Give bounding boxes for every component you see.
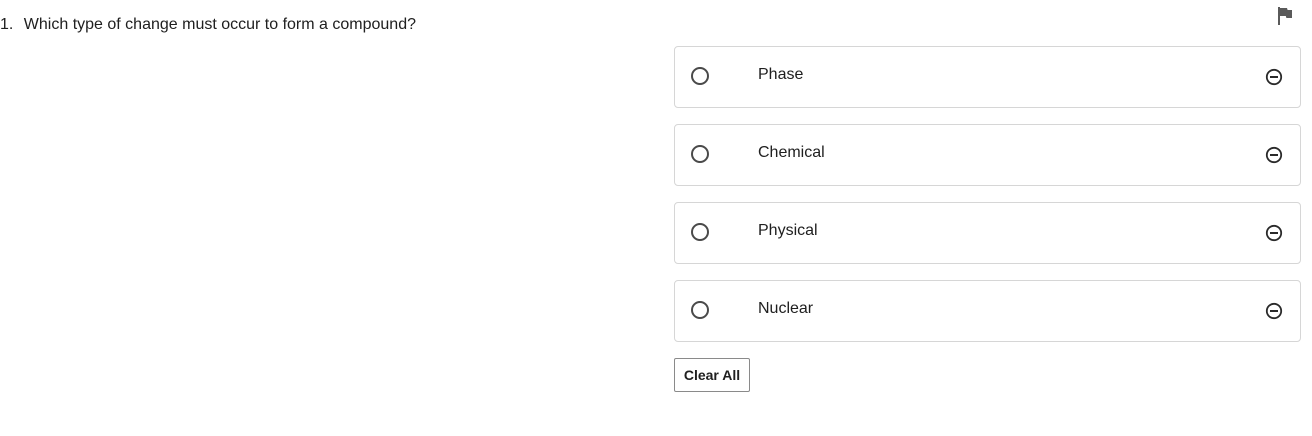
choice-chemical[interactable]: Chemical xyxy=(674,124,1301,186)
eliminate-choice-icon[interactable] xyxy=(1265,68,1283,86)
question-text: Which type of change must occur to form … xyxy=(23,16,416,33)
choice-label: Chemical xyxy=(758,144,825,161)
question-number: 1. xyxy=(0,16,14,33)
radio-button[interactable] xyxy=(691,223,709,241)
flag-icon[interactable] xyxy=(1276,6,1294,26)
question-stem: 1. Which type of change must occur to fo… xyxy=(0,15,416,35)
radio-button[interactable] xyxy=(691,145,709,163)
eliminate-choice-icon[interactable] xyxy=(1265,146,1283,164)
choice-nuclear[interactable]: Nuclear xyxy=(674,280,1301,342)
radio-button[interactable] xyxy=(691,301,709,319)
choice-label: Phase xyxy=(758,66,804,83)
choice-label: Nuclear xyxy=(758,300,814,317)
choice-phase[interactable]: Phase xyxy=(674,46,1301,108)
answer-choices: Phase Chemical Physical Nuclear xyxy=(674,46,1301,358)
question-page: 1. Which type of change must occur to fo… xyxy=(0,0,1312,436)
choice-label: Physical xyxy=(758,222,818,239)
radio-button[interactable] xyxy=(691,67,709,85)
clear-all-button[interactable]: Clear All xyxy=(674,358,750,392)
eliminate-choice-icon[interactable] xyxy=(1265,302,1283,320)
choice-physical[interactable]: Physical xyxy=(674,202,1301,264)
eliminate-choice-icon[interactable] xyxy=(1265,224,1283,242)
